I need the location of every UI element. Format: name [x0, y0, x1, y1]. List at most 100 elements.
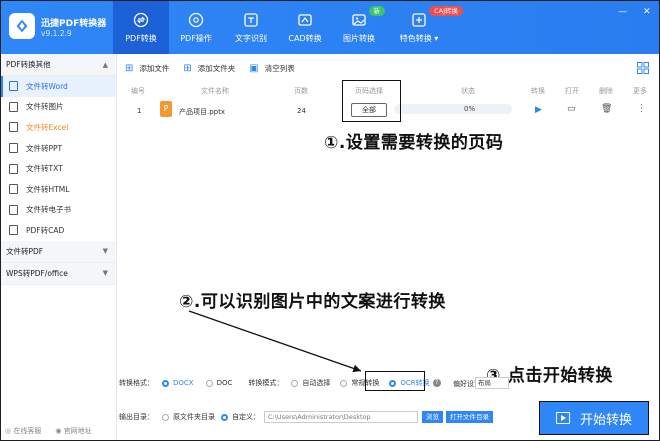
tab-label: 文字识别 [235, 33, 267, 43]
section-label: 文件转PDF [6, 246, 44, 256]
custom-folder-label: 自定义： [232, 413, 260, 421]
output-path-input[interactable]: C:\Users\Administrator\Desktop [264, 411, 418, 423]
add-folder-button[interactable]: ⊞ 添加文件夹 [183, 63, 235, 74]
mode-label: 转换模式： [248, 379, 284, 387]
sidebar-item-label: 文件转Excel [26, 122, 69, 132]
chevron-down-icon: ▼ [102, 247, 108, 256]
button-label: 添加文件夹 [197, 63, 236, 73]
sidebar-item-to-ppt[interactable]: 文件转PPT [1, 138, 116, 159]
ppt-file-icon [9, 143, 18, 154]
app-version: v9.1.2.9 [41, 29, 72, 38]
image-file-icon [9, 101, 18, 112]
section-label: PDF转换其他 [6, 60, 51, 69]
sidebar-item-to-word[interactable]: 文件转Word [1, 76, 116, 97]
layout-select[interactable]: 布局 [475, 377, 509, 389]
doc-radio[interactable] [205, 379, 213, 387]
tab-label: PDF转换 [125, 33, 157, 43]
button-label: 添加文件 [139, 63, 170, 73]
sidebar-item-to-cad[interactable]: PDF转CAD [1, 220, 116, 241]
output-options: 输出目录： 原文件夹目录 自定义： C:\Users\Administrator… [119, 411, 496, 423]
file-toolbar: ⊞ 添加文件 ⊞ 添加文件夹 ▣ 清空列表 [119, 59, 309, 77]
sidebar-item-to-ebook[interactable]: 文件转电子书 [1, 200, 116, 221]
tab-label: 图片转换 [343, 33, 375, 43]
sidebar-item-to-excel[interactable]: 文件转Excel [1, 117, 116, 138]
sidebar-item-to-html[interactable]: 文件转HTML [1, 179, 116, 200]
annotation-box-ocr [365, 371, 425, 391]
tab-feature-convert[interactable]: 特色转换 ▾ CAJ转换 [387, 1, 463, 54]
custom-folder-radio[interactable] [221, 413, 228, 421]
sidebar-item-label: 文件转PPT [26, 143, 63, 153]
output-label: 输出目录： [119, 413, 154, 421]
excel-file-icon [9, 122, 18, 133]
col-status: 状态 [461, 87, 475, 95]
tab-cad[interactable]: CAD转换 [279, 1, 331, 54]
top-bar: 迅捷PDF转换器 v9.1.2.9 PDF转换 PDF操作 文字识别 CAD转换… [1, 1, 659, 54]
txt-file-icon [9, 163, 18, 174]
start-convert-button[interactable]: 开始转换 [539, 401, 649, 435]
play-icon [555, 412, 570, 424]
sidebar-footer: ◎ 在线客服 ◉ 官网地址 [5, 426, 92, 436]
format-label: 转换格式： [119, 379, 154, 387]
html-file-icon [9, 184, 18, 195]
online-service-link[interactable]: ◎ 在线客服 [5, 426, 41, 436]
add-file-icon: ⊞ [125, 62, 134, 74]
section-label: WPS转PDF/office [6, 268, 68, 278]
sidebar-item-label: PDF转CAD [26, 225, 65, 235]
auto-radio[interactable] [291, 379, 299, 387]
tab-pdf-operate[interactable]: PDF操作 [169, 1, 223, 54]
add-folder-icon: ⊞ [183, 62, 192, 74]
col-delete: 删除 [599, 87, 613, 95]
sidebar-section-to-pdf[interactable]: 文件转PDF ▼ [1, 240, 116, 263]
browse-button[interactable]: 浏览 [422, 411, 443, 423]
sidebar-item-label: 文件转Word [26, 81, 68, 91]
minimize-button[interactable]: — [618, 7, 627, 17]
original-folder-label: 原文件夹目录 [173, 413, 215, 421]
grid-view-icon[interactable] [637, 62, 649, 74]
chevron-down-icon: ▼ [102, 269, 108, 278]
new-badge: 新 [368, 6, 385, 16]
chevron-up-icon: ▲ [102, 60, 108, 69]
col-pages: 页数 [294, 87, 308, 95]
more-icon[interactable]: ⋮ [637, 104, 646, 114]
sidebar-section-pdf-other[interactable]: PDF转换其他 ▲ [1, 54, 116, 76]
clear-list-button[interactable]: ▣ 清空列表 [249, 63, 294, 74]
tab-label: PDF操作 [180, 33, 212, 43]
trash-icon[interactable]: 🗑 [601, 104, 612, 114]
tab-image-convert[interactable]: 图片转换 新 [331, 1, 387, 54]
document-icon [9, 81, 18, 92]
sidebar-item-label: 文件转HTML [26, 184, 70, 194]
ocr-icon [244, 12, 258, 27]
app-logo [9, 13, 35, 39]
app-window: 迅捷PDF转换器 v9.1.2.9 PDF转换 PDF操作 文字识别 CAD转换… [0, 0, 660, 441]
row-index: 1 [137, 107, 142, 115]
tab-ocr[interactable]: 文字识别 [223, 1, 279, 54]
main-nav: PDF转换 PDF操作 文字识别 CAD转换 图片转换 新 特色转换 ▾ CAJ… [113, 1, 463, 54]
row-pages: 24 [297, 107, 306, 115]
docx-radio[interactable] [162, 379, 169, 387]
trash-icon: ▣ [249, 62, 259, 74]
open-folder-button[interactable]: 打开文件目录 [446, 411, 493, 423]
ppt-file-icon: P [160, 101, 172, 117]
sidebar-section-wps[interactable]: WPS转PDF/office ▼ [1, 262, 116, 285]
sidebar-item-to-image[interactable]: 文件转图片 [1, 97, 116, 118]
normal-radio[interactable] [340, 379, 348, 387]
play-icon[interactable]: ▶ [535, 105, 542, 115]
tab-pdf-convert[interactable]: PDF转换 [113, 1, 169, 54]
settings-icon [188, 12, 204, 27]
help-icon[interactable]: ? [432, 379, 441, 387]
link-label: 在线客服 [13, 427, 42, 435]
sidebar-item-label: 文件转TXT [26, 164, 63, 174]
add-file-button[interactable]: ⊞ 添加文件 [125, 63, 169, 74]
convert-icon [133, 12, 149, 27]
folder-icon[interactable]: ▭ [567, 104, 576, 114]
website-link[interactable]: ◉ 官网地址 [55, 426, 91, 436]
doc-label: DOC [216, 379, 233, 387]
caj-badge: CAJ转换 [429, 6, 463, 16]
annotation-box-page-select [342, 80, 401, 122]
col-index: 编号 [131, 87, 145, 95]
original-folder-radio[interactable] [162, 413, 169, 421]
sidebar-item-to-txt[interactable]: 文件转TXT [1, 158, 116, 179]
image-icon [352, 13, 366, 26]
close-button[interactable]: ✕ [643, 7, 651, 17]
progress-text: 0% [464, 105, 476, 113]
